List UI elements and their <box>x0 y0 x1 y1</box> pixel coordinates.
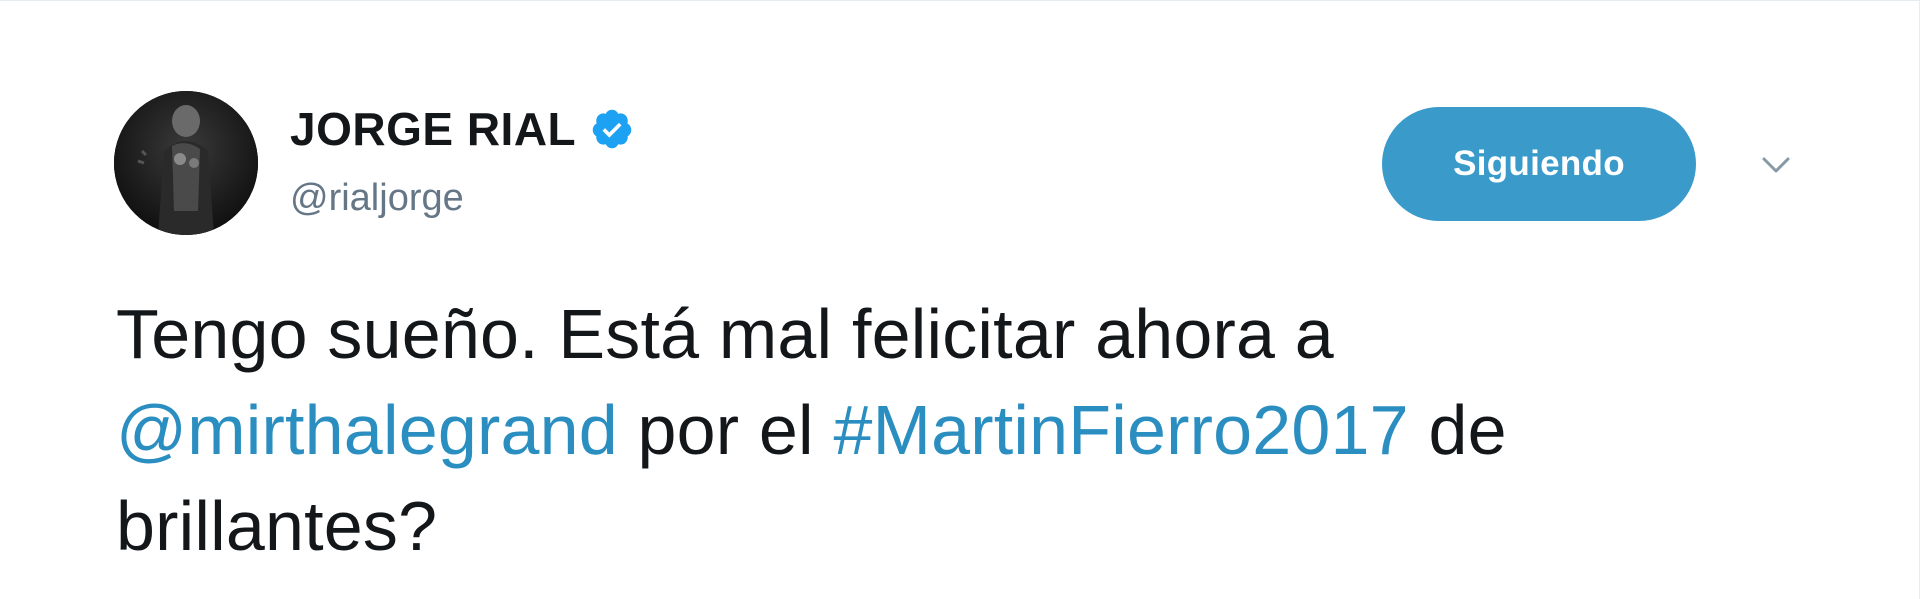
display-name[interactable]: JORGE RIAL <box>290 101 576 157</box>
tweet-text-part: por el <box>617 391 834 469</box>
mention-link[interactable]: @mirthalegrand <box>116 391 618 469</box>
chevron-down-icon[interactable] <box>1758 147 1794 183</box>
avatar-photo-icon <box>114 91 258 235</box>
verified-badge-icon <box>590 107 634 151</box>
name-row: JORGE RIAL <box>290 101 634 157</box>
hashtag-link[interactable]: #MartinFierro2017 <box>833 391 1408 469</box>
tweet-text: Tengo sueño. Está mal felicitar ahora a … <box>116 286 1796 574</box>
user-handle[interactable]: @rialjorge <box>290 175 464 221</box>
following-button[interactable]: Siguiendo <box>1382 107 1696 221</box>
tweet-text-part: Tengo sueño. Está mal felicitar ahora a <box>116 295 1334 373</box>
user-avatar[interactable] <box>114 91 258 235</box>
tweet-card: JORGE RIAL @rialjorge Siguiendo Tengo su… <box>0 0 1920 599</box>
